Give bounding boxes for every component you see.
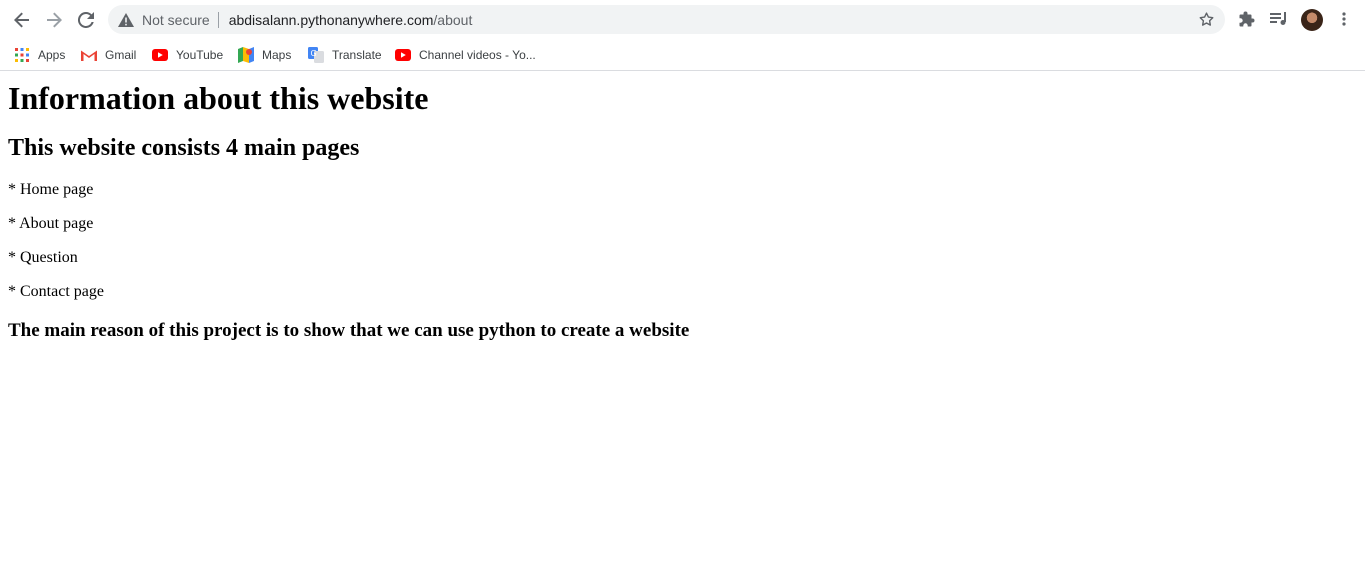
back-button[interactable] <box>8 6 36 34</box>
puzzle-icon <box>1239 11 1255 27</box>
bookmark-label: Gmail <box>105 48 137 62</box>
browser-toolbar: Not secure abdisalann.pythonanywhere.com… <box>0 0 1365 40</box>
bookmark-label: Maps <box>262 48 292 62</box>
reload-button[interactable] <box>72 6 100 34</box>
profile-avatar[interactable] <box>1301 9 1323 31</box>
forward-button[interactable] <box>40 6 68 34</box>
list-item: * Contact page <box>8 283 104 300</box>
browser-chrome: Not secure abdisalann.pythonanywhere.com… <box>0 0 1365 71</box>
list-item: * Home page <box>8 181 94 198</box>
bookmark-maps[interactable]: Maps <box>238 44 291 66</box>
extensions-button[interactable] <box>1236 8 1258 30</box>
bookmark-label: Channel videos - Yo... <box>419 48 536 62</box>
svg-text:G: G <box>311 49 317 58</box>
omnibox-separator <box>217 11 219 28</box>
reload-icon <box>78 12 94 28</box>
list-item: * About page <box>8 215 94 232</box>
bookmark-apps[interactable]: Apps <box>14 44 65 66</box>
bookmark-youtube[interactable]: YouTube <box>152 44 223 66</box>
url-path: /about <box>433 11 473 28</box>
page-title: Information about this website <box>8 80 429 116</box>
address-bar[interactable]: Not secure abdisalann.pythonanywhere.com… <box>108 5 1225 34</box>
translate-icon: G <box>308 47 324 63</box>
menu-button[interactable] <box>1333 8 1355 30</box>
page-content: Information about this website This webs… <box>0 80 1365 342</box>
back-arrow-icon <box>14 12 29 28</box>
gmail-icon <box>81 47 97 63</box>
apps-grid-icon <box>14 47 30 63</box>
security-label[interactable]: Not secure <box>142 12 210 28</box>
kebab-menu-icon <box>1342 12 1346 26</box>
page-subtitle: This website consists 4 main pages <box>8 135 360 161</box>
maps-icon <box>238 47 254 63</box>
url-text[interactable]: abdisalann.pythonanywhere.com/about <box>229 12 473 28</box>
bookmark-translate[interactable]: G Translate <box>308 44 382 66</box>
star-icon[interactable] <box>1198 11 1215 28</box>
bookmark-label: Apps <box>38 48 66 62</box>
forward-arrow-icon <box>47 12 62 28</box>
media-button[interactable] <box>1268 8 1290 30</box>
page-footer-text: The main reason of this project is to sh… <box>8 320 690 341</box>
youtube-icon <box>152 47 168 63</box>
bookmark-channel-videos[interactable]: Channel videos - Yo... <box>395 44 536 66</box>
list-item: * Question <box>8 249 78 266</box>
playlist-icon <box>1270 12 1286 25</box>
bookmark-label: YouTube <box>176 48 224 62</box>
youtube-icon <box>395 47 411 63</box>
url-host: abdisalann.pythonanywhere.com <box>228 11 434 28</box>
bookmarks-bar: Apps Gmail YouTube Maps G Translate Chan… <box>0 40 1365 70</box>
bookmark-label: Translate <box>332 48 382 62</box>
bookmark-gmail[interactable]: Gmail <box>81 44 136 66</box>
warning-icon[interactable] <box>118 12 134 28</box>
